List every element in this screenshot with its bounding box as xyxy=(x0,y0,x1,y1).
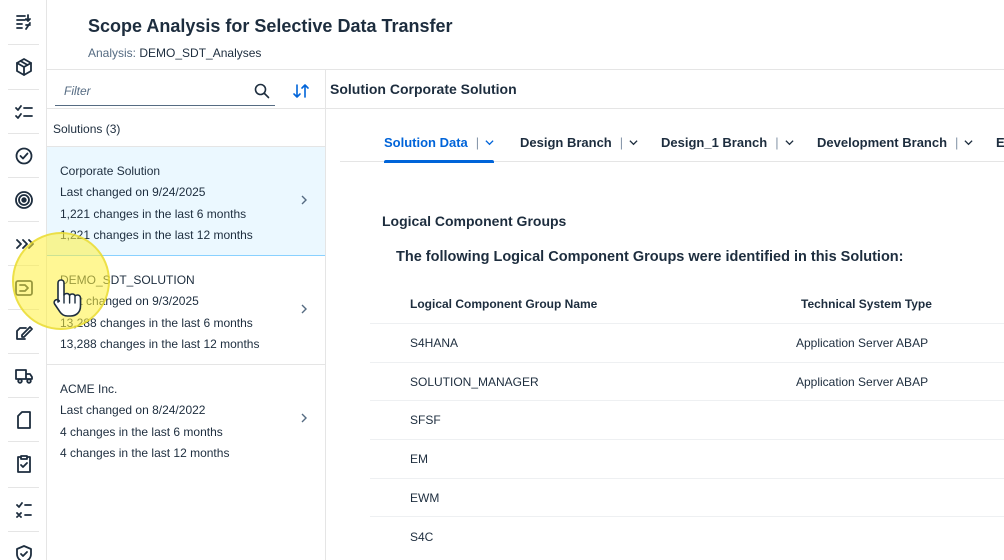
table-header-row: Logical Component Group Name Technical S… xyxy=(370,284,1004,324)
list-filter-icon[interactable] xyxy=(0,0,47,44)
logical-component-groups-table: Logical Component Group Name Technical S… xyxy=(370,284,1004,556)
tab-overflow[interactable]: E xyxy=(996,122,1004,162)
sort-button[interactable] xyxy=(288,78,314,104)
group-name-cell: EWM xyxy=(410,490,440,505)
tab-development-branch[interactable]: Development Branch | xyxy=(817,122,974,162)
column-header-system-type[interactable]: Technical System Type xyxy=(801,284,932,323)
cube-icon[interactable] xyxy=(0,45,47,89)
solution-name: ACME Inc. xyxy=(60,382,118,396)
group-name-cell: S4HANA xyxy=(410,335,459,350)
divider xyxy=(326,108,1004,109)
chevron-down-icon[interactable] xyxy=(964,138,974,147)
table-row[interactable]: SFSF xyxy=(370,401,1004,441)
search-icon[interactable] xyxy=(253,82,271,100)
checklist-icon[interactable] xyxy=(0,90,47,134)
solution-changes-12m: 4 changes in the last 12 months xyxy=(60,446,230,460)
tab-label: Design_1 Branch xyxy=(661,134,768,150)
table-row[interactable]: SOLUTION_MANAGER Application Server ABAP xyxy=(370,363,1004,402)
branch-tab-bar: Solution Data | Design Branch | Design_1… xyxy=(340,122,1004,163)
detail-title: Solution Corporate Solution xyxy=(330,81,517,97)
solution-changes-6m: 4 changes in the last 6 months xyxy=(60,425,223,439)
page-header: Scope Analysis for Selective Data Transf… xyxy=(47,0,1004,70)
solution-last-changed: Last changed on 9/24/2025 xyxy=(60,185,206,199)
solution-last-changed: Last changed on 8/24/2022 xyxy=(60,403,206,417)
chevron-right-icon xyxy=(301,195,307,205)
group-name-cell: S4C xyxy=(410,529,434,544)
target-icon[interactable] xyxy=(0,178,47,222)
table-row[interactable]: S4C xyxy=(370,517,1004,556)
chevron-right-icon xyxy=(301,413,307,423)
chevron-down-icon[interactable] xyxy=(785,138,794,147)
table-row[interactable]: EM xyxy=(370,440,1004,479)
solution-name: Corporate Solution xyxy=(60,164,161,178)
group-name-cell: SFSF xyxy=(410,413,441,428)
chevron-right-icon xyxy=(301,304,307,314)
solution-changes-6m: 1,221 changes in the last 6 months xyxy=(60,207,247,221)
badge-check-icon[interactable] xyxy=(0,134,47,178)
tab-solution-data[interactable]: Solution Data | xyxy=(384,122,495,163)
column-header-group-name[interactable]: Logical Component Group Name xyxy=(410,284,597,323)
tab-label: Design Branch xyxy=(520,134,612,150)
truck-icon[interactable] xyxy=(0,354,47,398)
analysis-subtitle: Analysis: DEMO_SDT_Analyses xyxy=(88,46,261,60)
tab-label: Development Branch xyxy=(817,134,948,150)
solutions-list-header: Solutions (3) xyxy=(47,108,325,147)
task-list-icon[interactable] xyxy=(0,488,47,532)
shield-check-icon[interactable] xyxy=(0,532,47,560)
section-title: Logical Component Groups xyxy=(382,213,567,229)
table-row[interactable]: EWM xyxy=(370,479,1004,518)
tab-design-branch[interactable]: Design Branch | xyxy=(520,122,638,162)
hand-pointer-icon xyxy=(53,279,82,317)
chevron-down-icon[interactable] xyxy=(629,138,638,147)
system-type-cell: Application Server ABAP xyxy=(796,335,929,350)
analysis-value: DEMO_SDT_Analyses xyxy=(139,46,262,60)
clipboard-check-icon[interactable] xyxy=(0,442,47,486)
group-name-cell: EM xyxy=(410,451,428,466)
filter-input[interactable]: Filter xyxy=(55,78,275,106)
system-type-cell: Application Server ABAP xyxy=(796,374,929,389)
tab-design-1-branch[interactable]: Design_1 Branch | xyxy=(661,122,794,162)
analysis-label: Analysis: xyxy=(88,46,137,60)
sort-icon xyxy=(293,84,309,98)
solution-detail-panel: Solution Corporate Solution Solution Dat… xyxy=(326,70,1004,560)
solutions-count: Solutions (3) xyxy=(53,122,121,136)
document-icon[interactable] xyxy=(0,398,47,442)
tab-label: E xyxy=(996,134,1004,150)
filter-placeholder: Filter xyxy=(64,84,91,98)
tab-label: Solution Data xyxy=(384,134,468,150)
table-row[interactable]: S4HANA Application Server ABAP xyxy=(370,324,1004,363)
chevron-down-icon[interactable] xyxy=(485,138,494,147)
app-window: Scope Analysis for Selective Data Transf… xyxy=(0,0,1004,560)
page-title: Scope Analysis for Selective Data Transf… xyxy=(88,16,453,36)
section-description: The following Logical Component Groups w… xyxy=(396,249,904,265)
list-item-acme-inc[interactable]: ACME Inc. Last changed on 8/24/2022 4 ch… xyxy=(47,365,325,474)
solution-changes-12m: 13,288 changes in the last 12 months xyxy=(60,337,260,351)
group-name-cell: SOLUTION_MANAGER xyxy=(410,374,539,389)
